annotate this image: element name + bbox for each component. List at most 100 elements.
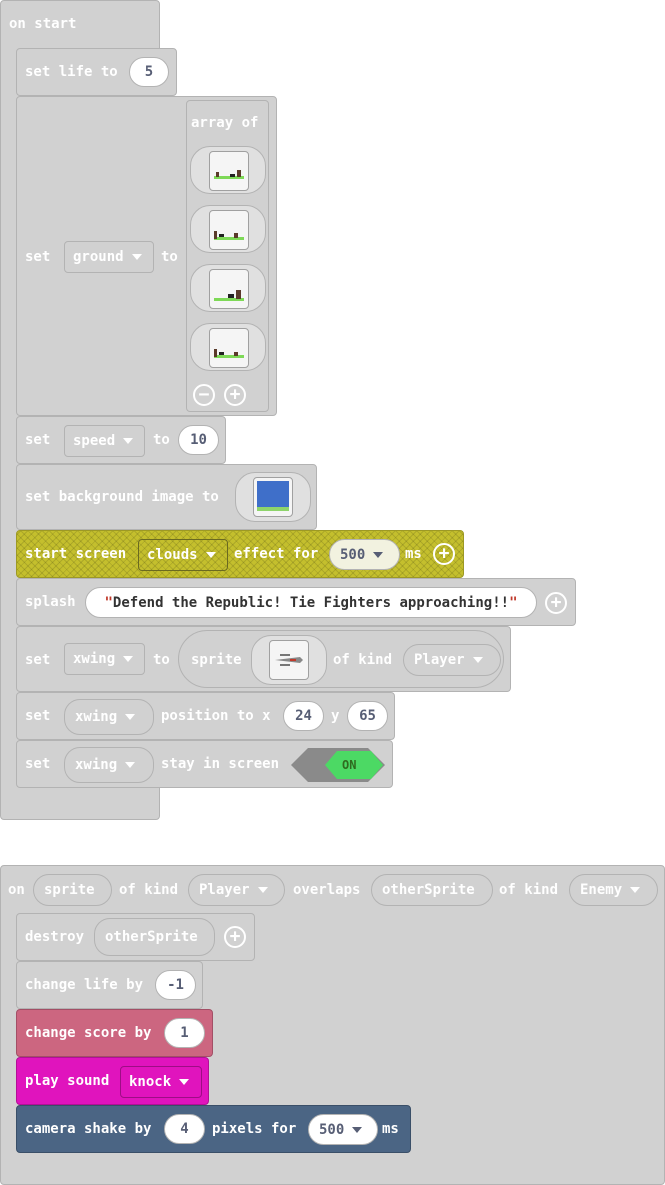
sprite-param-name: sprite [44, 882, 95, 898]
xwing-sprite-dropdown[interactable]: xwing [64, 747, 154, 783]
y-value-input[interactable]: 65 [347, 701, 388, 731]
x-value-input[interactable]: 24 [283, 701, 324, 731]
set-life-label: set life to [25, 64, 118, 80]
set-background-label: set background image to [25, 489, 219, 505]
kind-player-name: Player [199, 882, 250, 898]
remove-item-icon[interactable]: − [193, 384, 215, 406]
change-score-block[interactable]: change score by 1 [16, 1009, 213, 1057]
ground-image-2-icon[interactable] [209, 210, 249, 250]
play-sound-block[interactable]: play sound knock [16, 1057, 209, 1105]
to-label: to [161, 249, 178, 265]
chevron-down-icon [125, 714, 136, 720]
sprite-image-slot[interactable] [251, 635, 327, 685]
on-start-label: on start [9, 16, 77, 32]
stay-in-screen-block[interactable]: set xwing stay in screen ON [16, 740, 393, 788]
xwing-sprite-icon[interactable] [269, 640, 309, 680]
kind-enemy-dropdown[interactable]: Enemy [569, 874, 658, 906]
ground-image-slot-2[interactable] [190, 205, 266, 253]
speed-variable-name: speed [73, 433, 116, 449]
chevron-down-icon [123, 656, 134, 662]
chevron-down-icon [179, 1079, 190, 1085]
array-of-block[interactable]: array of − + [186, 100, 269, 412]
set-background-block[interactable]: set background image to [16, 464, 317, 530]
chevron-down-icon [472, 657, 483, 663]
expand-plus-icon[interactable]: + [433, 543, 455, 565]
life-change-input[interactable]: -1 [155, 970, 196, 1000]
effect-dropdown[interactable]: clouds [138, 539, 228, 571]
ms-label: ms [382, 1121, 399, 1137]
sprite-label: sprite [191, 652, 242, 668]
y-label: y [331, 708, 340, 724]
kind-name: Player [414, 652, 465, 668]
shake-duration-dropdown[interactable]: 500 [308, 1114, 378, 1145]
sprite-of-kind-block[interactable]: sprite of kind Player [178, 630, 504, 688]
background-image-icon[interactable] [253, 477, 293, 517]
score-change-input[interactable]: 1 [164, 1018, 205, 1048]
kind-dropdown[interactable]: Player [403, 644, 501, 676]
destroy-block[interactable]: destroy otherSprite + [16, 913, 255, 961]
ground-variable-name: ground [73, 249, 124, 265]
kind-player-dropdown[interactable]: Player [188, 874, 285, 906]
set-xwing-sprite-block[interactable]: set xwing to sprite of kind Player [16, 626, 511, 692]
splash-block[interactable]: splash " Defend the Republic! Tie Fighter… [16, 578, 576, 626]
set-position-block[interactable]: set xwing position to x 24 y 65 [16, 692, 395, 740]
effect-duration-value: 500 [340, 546, 366, 563]
camera-shake-label: camera shake by [25, 1121, 152, 1137]
quote-open: " [104, 594, 113, 611]
change-life-block[interactable]: change life by -1 [16, 961, 203, 1009]
speed-value-input[interactable]: 10 [178, 425, 219, 455]
set-label: set [25, 756, 51, 772]
ground-image-3-icon[interactable] [209, 269, 249, 309]
chevron-down-icon [257, 887, 268, 893]
other-sprite-param[interactable]: otherSprite [371, 874, 493, 906]
change-life-label: change life by [25, 977, 144, 993]
sound-dropdown[interactable]: knock [120, 1066, 202, 1098]
shake-amount-input[interactable]: 4 [164, 1114, 205, 1144]
splash-text-input[interactable]: " Defend the Republic! Tie Fighters appro… [85, 587, 537, 618]
life-value-input[interactable]: 5 [129, 57, 169, 87]
start-screen-effect-block[interactable]: start screen clouds effect for 500 ms + [16, 530, 464, 578]
destroy-target[interactable]: otherSprite [94, 918, 215, 956]
chevron-down-icon [123, 438, 134, 444]
on-off-toggle[interactable]: ON [291, 748, 385, 782]
ground-image-slot-1[interactable] [190, 146, 266, 194]
xwing-sprite-dropdown[interactable]: xwing [64, 699, 154, 735]
set-speed-block[interactable]: set speed to 10 [16, 416, 226, 464]
other-sprite-name: otherSprite [382, 882, 475, 898]
xwing-variable-dropdown[interactable]: xwing [64, 643, 145, 675]
speed-variable-dropdown[interactable]: speed [64, 425, 145, 457]
on-label: on [8, 882, 25, 898]
ground-image-4-icon[interactable] [209, 328, 249, 368]
chevron-down-icon [131, 254, 142, 260]
ms-label: ms [405, 546, 422, 562]
ground-image-1-icon[interactable] [209, 151, 249, 191]
change-score-label: change score by [25, 1025, 152, 1041]
set-label: set [25, 249, 51, 265]
chevron-down-icon [205, 552, 216, 558]
effect-duration-dropdown[interactable]: 500 [329, 539, 400, 570]
of-kind-label: of kind [333, 652, 393, 668]
add-item-icon[interactable]: + [224, 384, 246, 406]
of-kind-label: of kind [119, 882, 179, 898]
chevron-down-icon [352, 1126, 363, 1133]
ground-image-slot-4[interactable] [190, 323, 266, 371]
destroy-target-name: otherSprite [105, 929, 198, 945]
stay-in-screen-label: stay in screen [161, 756, 280, 772]
splash-label: splash [25, 594, 76, 610]
camera-shake-block[interactable]: camera shake by 4 pixels for 500 ms [16, 1105, 411, 1153]
chevron-down-icon [125, 762, 136, 768]
ground-image-slot-3[interactable] [190, 264, 266, 312]
pixels-for-label: pixels for [212, 1121, 297, 1137]
chevron-down-icon [630, 887, 641, 893]
set-life-block[interactable]: set life to 5 [16, 48, 177, 96]
xwing-sprite-name: xwing [75, 709, 118, 725]
xwing-sprite-name: xwing [75, 757, 118, 773]
expand-plus-icon[interactable]: + [224, 926, 246, 948]
xwing-variable-name: xwing [73, 651, 116, 667]
expand-plus-icon[interactable]: + [545, 592, 567, 614]
background-image-slot[interactable] [235, 472, 311, 522]
set-ground-block[interactable]: set ground to array of − + [16, 96, 277, 416]
ground-variable-dropdown[interactable]: ground [64, 241, 154, 273]
sprite-param[interactable]: sprite [33, 874, 112, 906]
of-kind-label: of kind [499, 882, 559, 898]
